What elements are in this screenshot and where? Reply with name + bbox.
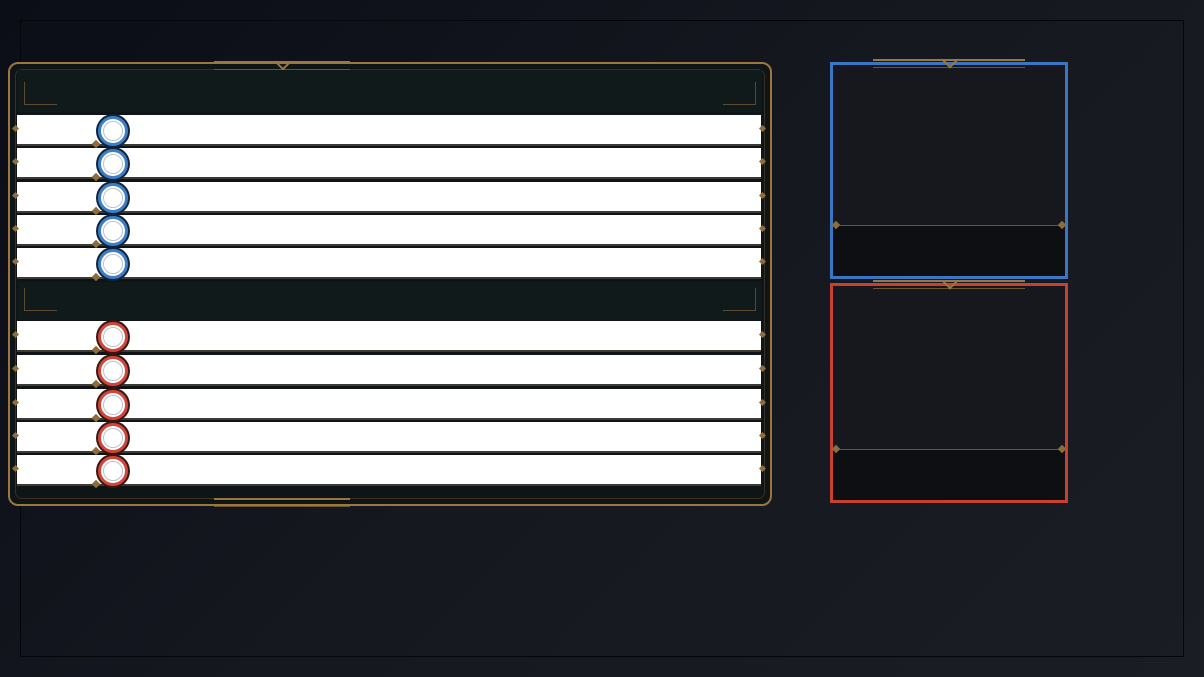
corner-deco [24,82,57,105]
champion-portrait-slot [98,249,128,279]
champion-portrait-slot [98,390,128,420]
red-team-camera-frame [830,272,1068,503]
blue-player-row [11,148,767,182]
blue-player-row [11,182,767,216]
corner-deco [24,288,57,311]
red-player-row [11,389,767,423]
red-player-row [11,422,767,456]
champion-portrait-slot [98,183,128,213]
champion-portrait-slot [98,216,128,246]
champion-portrait-slot [98,116,128,146]
champion-portrait-slot [98,356,128,386]
top-ornament [873,272,1025,290]
red-player-row [11,355,767,389]
top-ornament [873,51,1025,69]
blue-player-row [11,215,767,249]
blue-player-row [11,115,767,149]
camera-caption-bar [833,225,1065,276]
top-ornament [214,53,350,71]
corner-deco [723,288,756,311]
blue-player-row [11,248,767,282]
red-team-header [18,282,762,320]
camera-caption-bar [833,449,1065,500]
champion-portrait-slot [98,456,128,486]
champion-portrait-slot [98,149,128,179]
corner-deco [723,82,756,105]
blue-team-camera-frame [830,51,1068,279]
champion-portrait-slot [98,322,128,352]
red-player-row [11,321,767,355]
bottom-ornament [214,498,350,507]
blue-team-header [18,70,762,112]
champion-portrait-slot [98,423,128,453]
red-player-row [11,455,767,489]
